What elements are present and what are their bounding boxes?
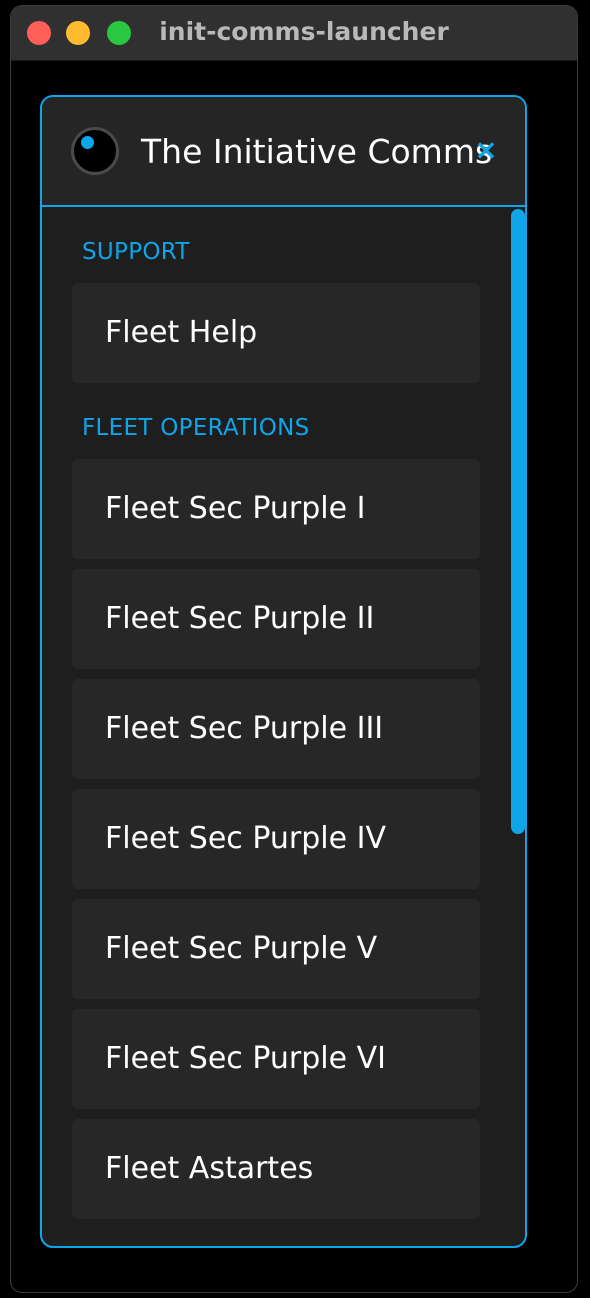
list-item-fleet-sec-purple-i[interactable]: Fleet Sec Purple I: [72, 459, 480, 559]
panel-header: The Initiative Comms ×: [42, 97, 525, 207]
window-titlebar[interactable]: init-comms-launcher: [11, 6, 577, 61]
section-header-fleet-operations: FLEET OPERATIONS: [82, 415, 310, 441]
list-item-fleet-sec-purple-vi[interactable]: Fleet Sec Purple VI: [72, 1009, 480, 1109]
list-item-fleet-sec-purple-iii[interactable]: Fleet Sec Purple III: [72, 679, 480, 779]
close-icon[interactable]: ×: [474, 135, 498, 165]
section-header-support: SUPPORT: [82, 239, 190, 265]
list-item-label: Fleet Help: [105, 315, 258, 350]
logo-dot: [81, 136, 94, 149]
list-item-label: Fleet Sec Purple I: [105, 491, 366, 526]
list-item-label: Fleet Sec Purple VI: [105, 1041, 386, 1076]
list-item-label: Fleet Sec Purple IV: [105, 821, 386, 856]
list-item-fleet-astartes[interactable]: Fleet Astartes: [72, 1119, 480, 1219]
list-item-label: Fleet Astartes: [105, 1151, 314, 1186]
logo-icon: [71, 127, 119, 175]
list-item-fleet-sec-purple-iv[interactable]: Fleet Sec Purple IV: [72, 789, 480, 889]
comms-panel: The Initiative Comms × SUPPORT Fleet Hel…: [40, 95, 527, 1248]
list-item-fleet-sec-purple-v[interactable]: Fleet Sec Purple V: [72, 899, 480, 999]
list-item-label: Fleet Sec Purple V: [105, 931, 378, 966]
channel-list[interactable]: SUPPORT Fleet Help FLEET OPERATIONS Flee…: [42, 207, 525, 1246]
panel-title: The Initiative Comms: [141, 132, 493, 171]
list-item-fleet-help[interactable]: Fleet Help: [72, 283, 480, 383]
list-item-label: Fleet Sec Purple II: [105, 601, 375, 636]
scrollbar-thumb[interactable]: [511, 209, 525, 834]
list-item-fleet-sec-purple-ii[interactable]: Fleet Sec Purple II: [72, 569, 480, 669]
window-title: init-comms-launcher: [159, 17, 449, 46]
list-item-label: Fleet Sec Purple III: [105, 711, 384, 746]
